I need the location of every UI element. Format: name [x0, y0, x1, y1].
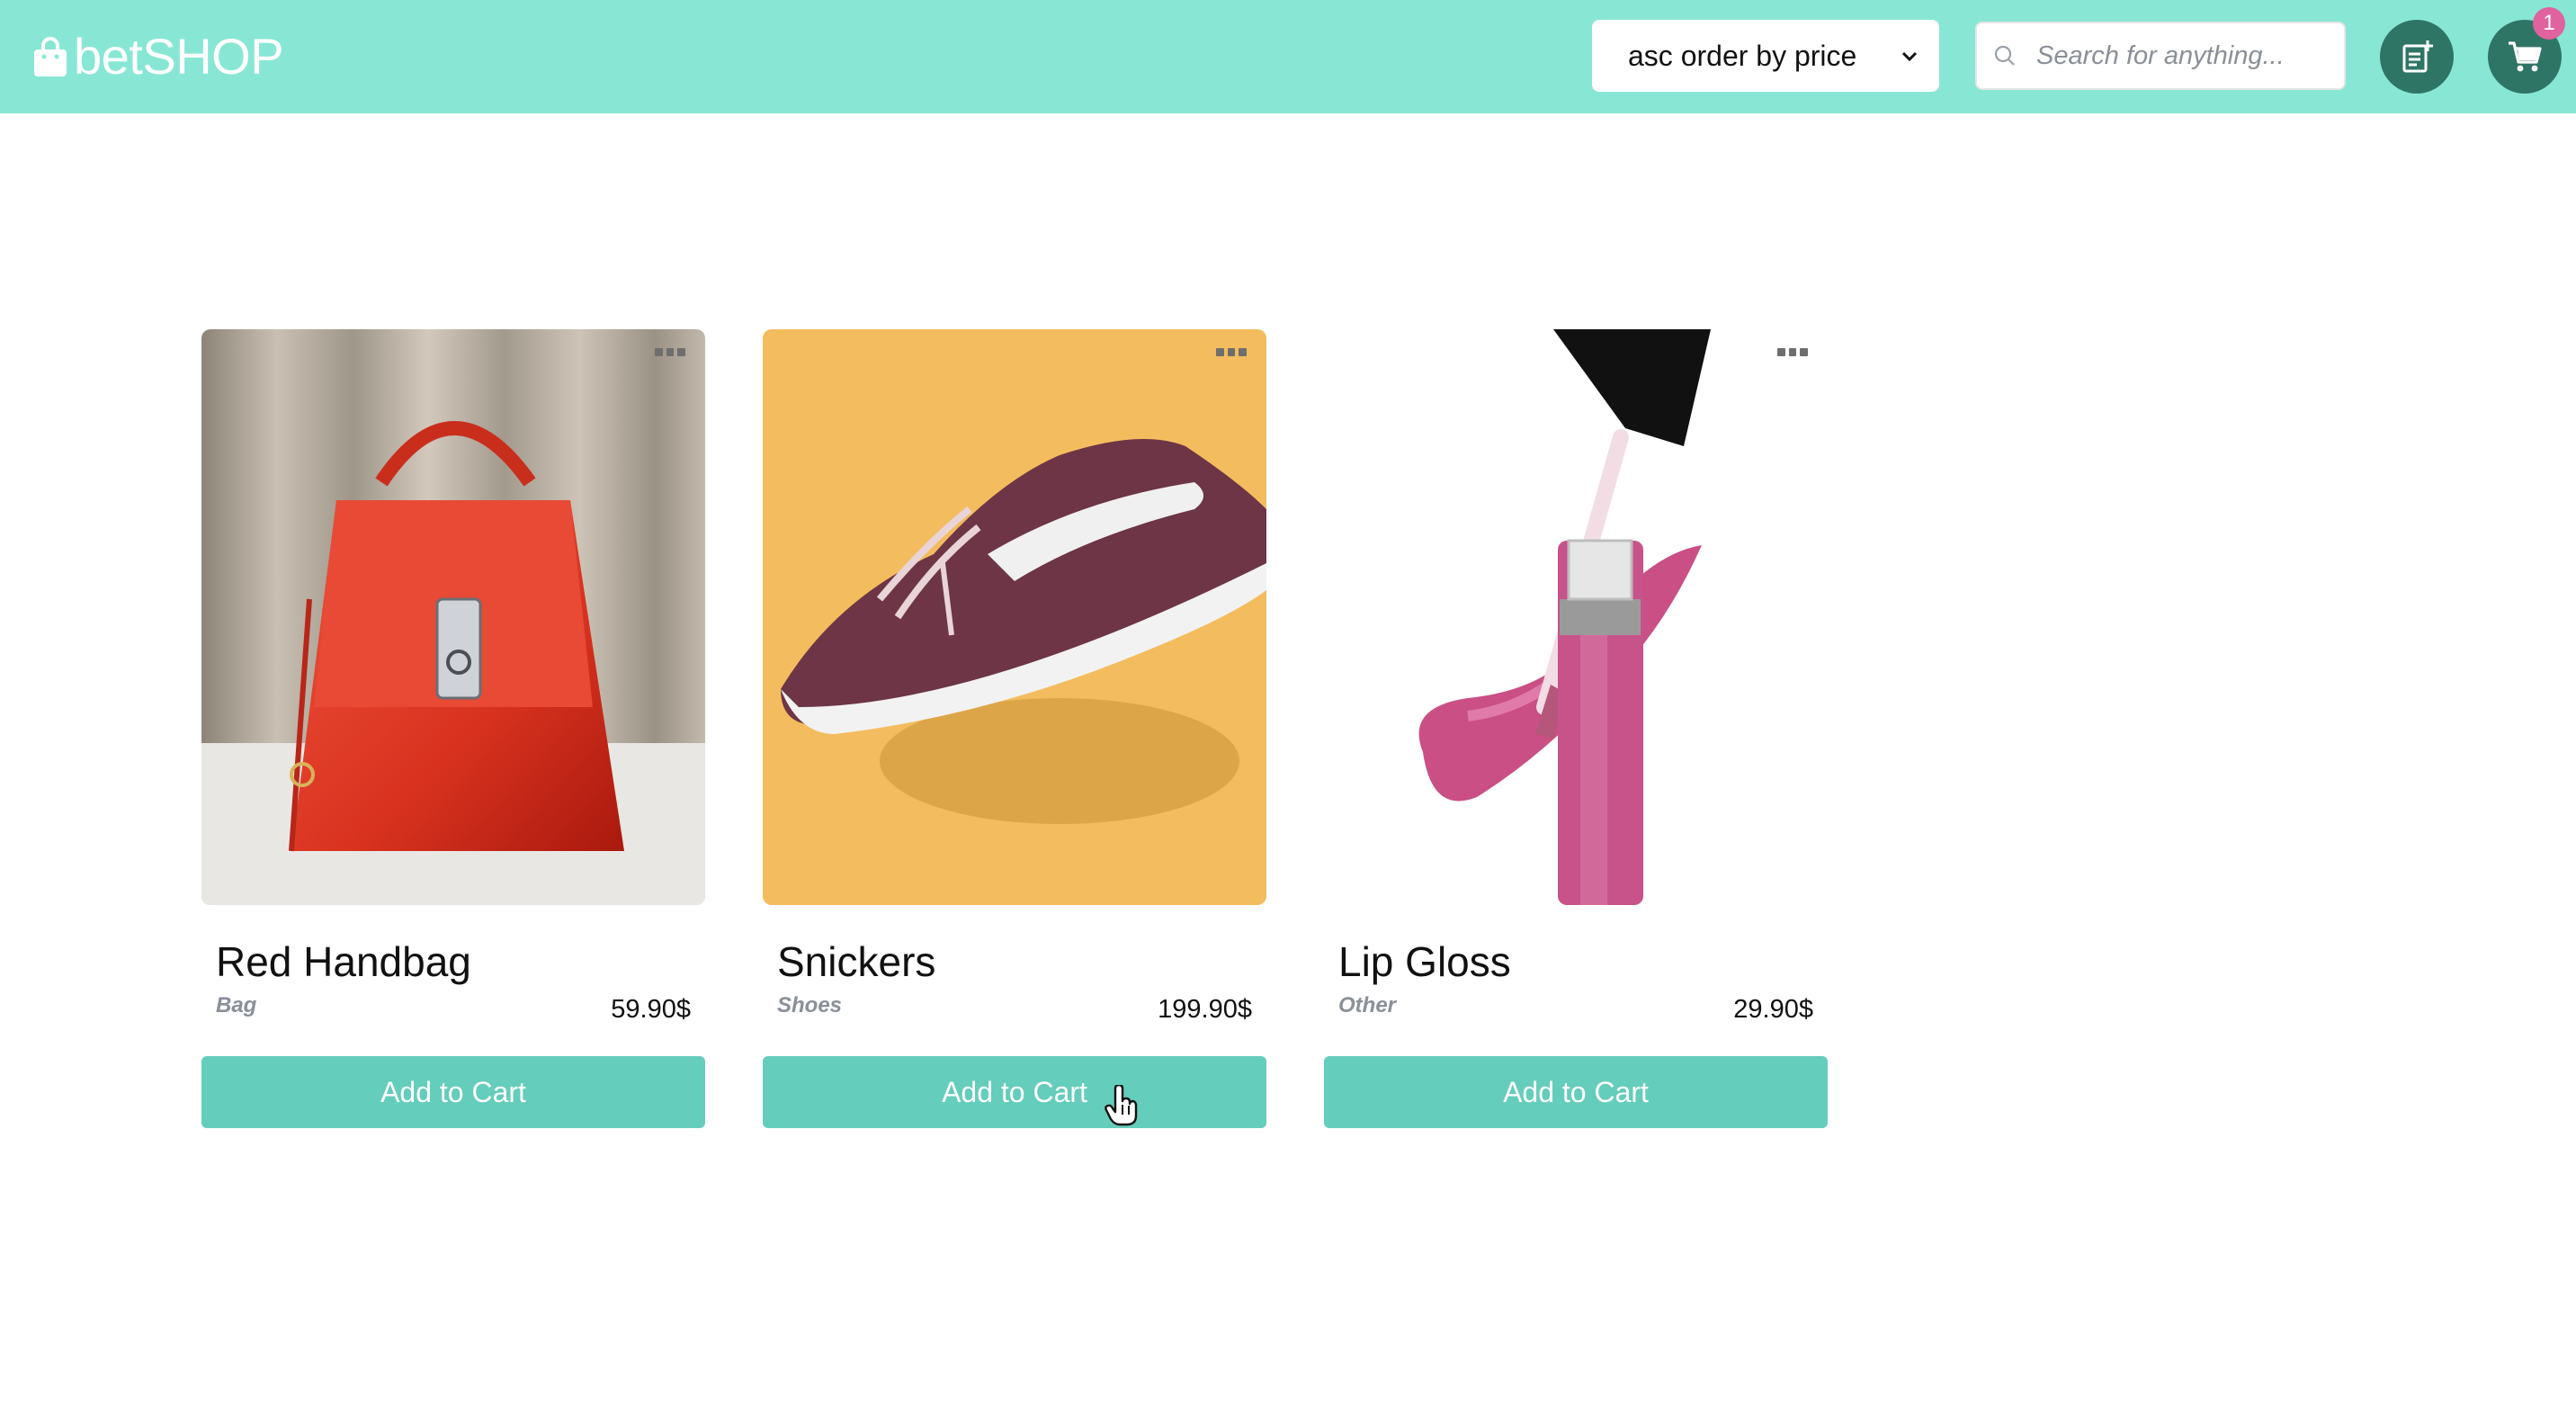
more-options-button[interactable] [655, 345, 686, 358]
product-image[interactable] [201, 329, 705, 905]
cart-count-badge: 1 [2533, 7, 2565, 40]
top-navbar: betSHOP asc order by price Search for an… [0, 0, 2576, 113]
shopping-bag-icon [34, 37, 67, 76]
sort-select[interactable]: asc order by price [1592, 20, 1939, 92]
product-price: 199.90$ [1158, 995, 1252, 1024]
hand-pointer-cursor [1105, 1085, 1138, 1126]
add-product-icon [2402, 40, 2433, 73]
product-price: 59.90$ [611, 995, 691, 1024]
sort-select-value: asc order by price [1628, 39, 1857, 72]
red-handbag-image [201, 329, 705, 905]
search-icon [1994, 45, 2015, 66]
more-dot [666, 347, 675, 356]
add-to-cart-button[interactable]: Add to Cart [1324, 1056, 1828, 1128]
product-name: Lip Gloss [1338, 938, 1511, 985]
more-dot [1777, 347, 1785, 356]
brand-logo[interactable]: betSHOP [32, 25, 284, 88]
more-dot [1227, 347, 1236, 356]
chevron-down-icon [1901, 51, 1918, 62]
more-dot [1800, 347, 1809, 356]
more-dot [1788, 347, 1797, 356]
lip-gloss-image [1324, 329, 1828, 905]
more-dot [655, 347, 663, 356]
product-category: Shoes [777, 993, 843, 1017]
add-to-cart-button[interactable]: Add to Cart [201, 1056, 705, 1128]
product-image[interactable] [763, 329, 1266, 905]
product-name: Red Handbag [216, 938, 471, 985]
search-box [1975, 22, 2346, 90]
product-card: Snickers Shoes 199.90$ Add to Cart [763, 329, 1266, 1128]
more-dot [1239, 347, 1248, 356]
product-category: Bag [216, 993, 257, 1017]
more-dot [677, 347, 686, 356]
more-options-button[interactable] [1777, 345, 1809, 358]
more-options-button[interactable] [1216, 345, 1248, 358]
add-to-cart-button[interactable]: Add to Cart [763, 1056, 1266, 1128]
brand-name: betSHOP [74, 28, 284, 85]
cart-icon [2509, 41, 2542, 72]
product-category: Other [1338, 993, 1397, 1017]
search-input[interactable] [2036, 40, 2324, 71]
product-card: Lip Gloss Other 29.90$ Add to Cart [1324, 329, 1828, 1128]
product-card: Red Handbag Bag 59.90$ Add to Cart [201, 329, 705, 1128]
add-product-button[interactable] [2380, 20, 2454, 94]
product-name: Snickers [777, 938, 936, 985]
product-price: 29.90$ [1733, 995, 1813, 1024]
sneaker-image [763, 329, 1266, 905]
more-dot [1216, 347, 1224, 356]
product-image[interactable] [1324, 329, 1828, 905]
